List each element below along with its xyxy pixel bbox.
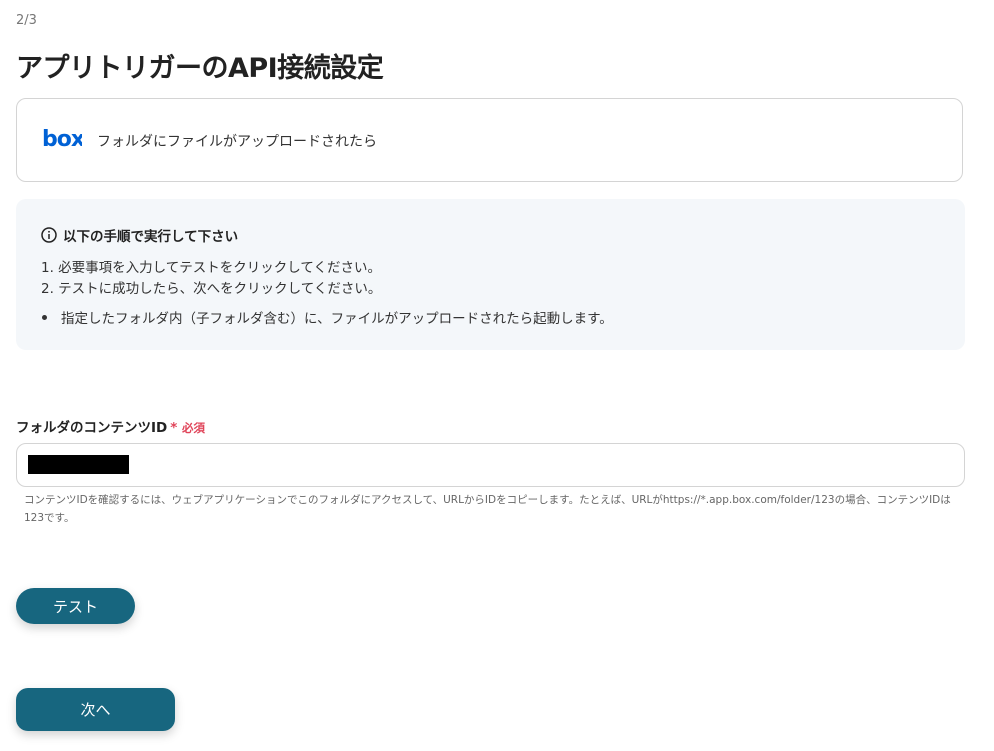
step-indicator: 2/3 xyxy=(16,13,37,28)
content-id-label-text: フォルダのコンテンツID xyxy=(16,420,168,436)
redacted-value xyxy=(28,455,129,474)
instruction-step-2: 2. テストに成功したら、次へをクリックしてください。 xyxy=(41,281,382,297)
instruction-step-1: 1. 必要事項を入力してテストをクリックしてください。 xyxy=(41,260,381,276)
test-button[interactable]: テスト xyxy=(16,588,135,624)
content-id-label: フォルダのコンテンツID * 必須 xyxy=(16,416,205,436)
page-title: アプリトリガーのAPI接続設定 xyxy=(16,53,384,84)
app-trigger-card: box フォルダにファイルがアップロードされたら xyxy=(16,98,963,182)
bullet-dot xyxy=(42,314,47,320)
content-id-help-text: コンテンツIDを確認するには、ウェブアプリケーションでこのフォルダにアクセスして… xyxy=(24,494,951,524)
content-id-field-wrapper xyxy=(16,443,965,487)
required-star: * xyxy=(170,420,178,436)
instruction-bullet: 指定したフォルダ内（子フォルダ含む）に、ファイルがアップロードされたら起動します… xyxy=(38,307,613,327)
box-logo-icon: box xyxy=(42,126,82,152)
instructions-heading: 以下の手順で実行して下さい xyxy=(41,225,238,245)
content-id-input[interactable] xyxy=(17,444,964,486)
svg-text:box: box xyxy=(42,127,82,152)
required-badge: 必須 xyxy=(182,421,205,435)
instruction-bullet-text: 指定したフォルダ内（子フォルダ含む）に、ファイルがアップロードされたら起動します… xyxy=(61,311,613,327)
next-button[interactable]: 次へ xyxy=(16,688,175,731)
trigger-name: フォルダにファイルがアップロードされたら xyxy=(97,134,377,150)
info-icon xyxy=(41,227,57,243)
instructions-heading-text: 以下の手順で実行して下さい xyxy=(63,229,239,245)
instructions-box: 以下の手順で実行して下さい 1. 必要事項を入力してテストをクリックしてください… xyxy=(16,199,965,350)
